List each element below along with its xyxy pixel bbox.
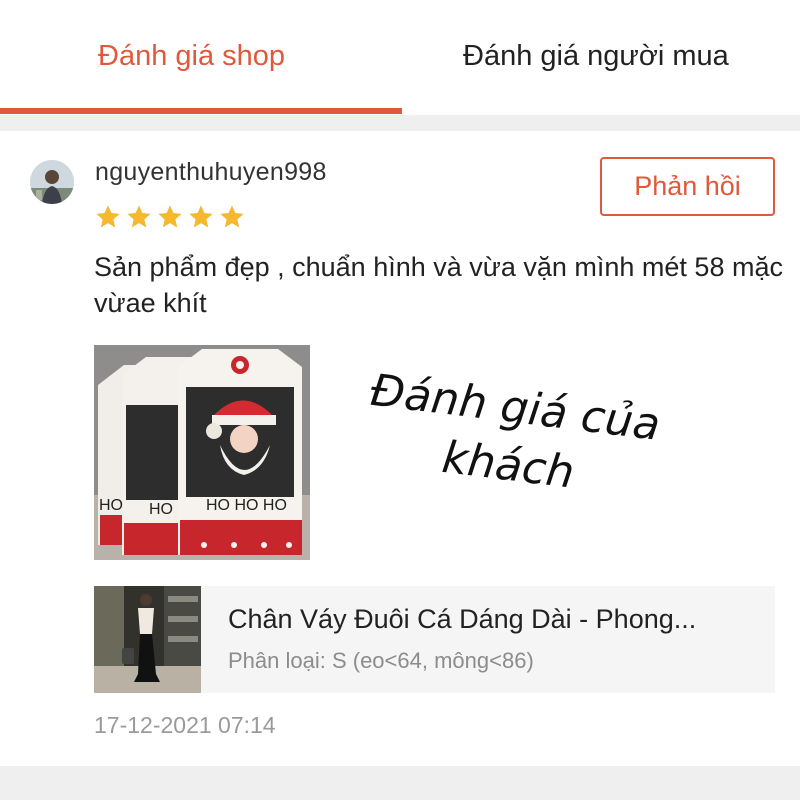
card-label-1: HO <box>99 497 123 515</box>
review-photo[interactable]: HO HO HO HO HO <box>94 345 310 560</box>
section-divider <box>0 115 800 131</box>
product-variant: Phân loại: S (eo<64, mông<86) <box>228 648 534 673</box>
user-avatar[interactable] <box>30 160 74 204</box>
star-icon <box>189 205 213 228</box>
review-timestamp: 17-12-2021 07:14 <box>94 712 276 738</box>
star-icon <box>220 205 244 228</box>
tab-buyer-reviews[interactable]: Đánh giá người mua <box>463 40 729 73</box>
star-icon <box>127 205 151 228</box>
reviewer-username: nguyenthuhuyen998 <box>95 158 327 186</box>
star-icon <box>96 205 120 228</box>
product-card[interactable]: Chân Váy Đuôi Cá Dáng Dài - Phong... Phâ… <box>94 586 775 693</box>
reply-button[interactable]: Phản hồi <box>600 157 775 216</box>
card-label-2: HO <box>149 501 173 519</box>
product-thumbnail <box>94 586 201 693</box>
review-tabs: Đánh giá shop Đánh giá người mua <box>0 0 800 115</box>
star-icon <box>158 205 182 228</box>
rating-stars <box>94 203 246 231</box>
review-comment: Sản phẩm đẹp , chuẩn hình và vừa vặn mìn… <box>94 252 783 318</box>
tab-shop-reviews[interactable]: Đánh giá shop <box>98 40 285 73</box>
image-caption-overlay: Đánh giá của khách <box>367 364 663 499</box>
section-divider-bottom <box>0 766 800 800</box>
product-name[interactable]: Chân Váy Đuôi Cá Dáng Dài - Phong... <box>228 604 696 635</box>
active-tab-indicator <box>0 108 402 114</box>
card-label-3: HO HO HO <box>206 497 287 515</box>
